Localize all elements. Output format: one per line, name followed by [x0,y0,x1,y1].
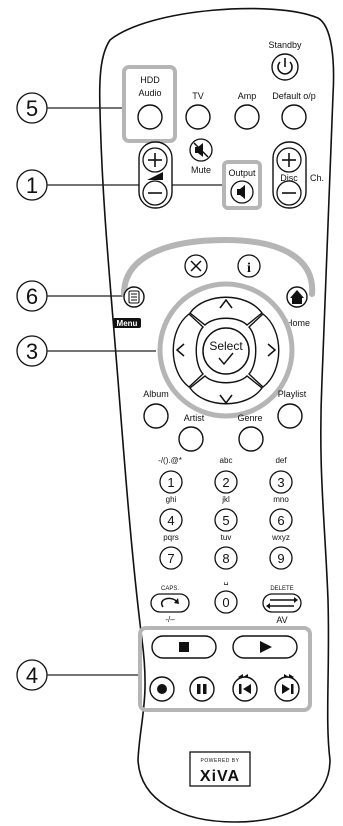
key-digit: 5 [222,513,229,528]
key-letters: pqrs [163,533,179,542]
key-digit: 6 [277,513,284,528]
key-letters: abc [220,456,233,465]
dash-label: -/– [165,615,175,624]
key-letters: mno [273,495,289,504]
info-button[interactable]: i [237,254,261,278]
av-label: AV [276,615,287,625]
xiva-wordmark: XiVA [200,768,240,785]
volume-up-button[interactable] [142,147,168,173]
stop-button[interactable] [151,635,217,659]
callout-4: 4 [16,659,140,691]
key-digit: 3 [277,475,284,490]
output-button[interactable] [230,180,254,204]
audio-label: Audio [138,88,161,98]
key-digit: 8 [222,551,229,566]
info-icon: i [247,261,251,276]
record-icon [157,684,167,694]
ch-label: Ch. [310,173,324,183]
standby-label: Standby [268,40,302,50]
tv-label: TV [192,91,204,101]
hdd-audio-button[interactable] [137,104,163,130]
artist-button[interactable] [178,426,204,452]
key-9[interactable]: wxyz 9 [269,533,293,570]
svg-text:1: 1 [26,173,38,198]
output-label: Output [228,168,256,178]
disc-up-button[interactable] [276,147,302,173]
amp-button[interactable] [234,104,260,130]
select-button[interactable]: Select [202,327,250,375]
caps-label: CAPS. [161,586,179,592]
svg-text:3: 3 [26,339,38,364]
svg-text:5: 5 [26,96,38,121]
default-op-button[interactable] [281,104,307,130]
key-letters: jkl [221,495,230,504]
key-digit: 2 [222,475,229,490]
key-letters: -/().@* [158,456,182,465]
key-digit: 4 [167,513,174,528]
select-label: Select [209,339,243,353]
default-op-label: Default o/p [272,91,316,101]
close-button[interactable] [184,254,208,278]
record-button[interactable] [149,676,175,702]
genre-button[interactable] [238,426,264,452]
caps-button[interactable] [150,593,190,613]
key-digit: 0 [222,595,229,610]
key-6[interactable]: mno 6 [269,495,293,532]
standby-button[interactable] [271,53,299,81]
xiva-logo: POWERED BY XiVA [189,751,251,787]
menu-button[interactable] [123,286,145,308]
album-button[interactable] [143,403,169,429]
genre-label: Genre [237,413,262,423]
volume-down-button[interactable] [142,180,168,206]
mute-button[interactable] [189,138,213,162]
delete-button[interactable] [262,593,302,613]
home-button[interactable] [286,286,308,308]
key-letters: def [275,456,287,465]
hdd-label: HDD [140,75,160,85]
stop-icon [179,642,189,652]
playlist-button[interactable] [277,403,303,429]
svg-text:4: 4 [26,663,38,688]
delete-label: DELETE [270,586,293,592]
key-digit: 9 [277,551,284,566]
powered-by-text: POWERED BY [201,758,240,764]
tv-button[interactable] [185,104,211,130]
callout-6: 6 [16,280,125,312]
menu-label: Menu [117,319,138,328]
album-label: Album [143,389,169,399]
key-letters: tuv [221,533,232,542]
artist-label: Artist [184,413,205,423]
key-digit: 7 [167,551,174,566]
amp-label: Amp [238,91,257,101]
remote-control-diagram: 5 1 6 3 4 Standby HDD Audio TV Amp Defau… [16,7,335,823]
pause-button[interactable] [189,676,215,702]
play-button[interactable] [232,635,298,659]
mute-label: Mute [191,165,211,175]
svg-text:6: 6 [26,284,38,309]
key-digit: 1 [167,475,174,490]
key-letters: ␣ [223,576,228,585]
key-letters: ghi [166,495,177,504]
dpad: Select [172,296,280,405]
playlist-label: Playlist [278,389,307,399]
key-letters: wxyz [271,533,290,542]
key-7[interactable]: pqrs 7 [159,533,183,570]
disc-down-button[interactable] [276,180,302,206]
